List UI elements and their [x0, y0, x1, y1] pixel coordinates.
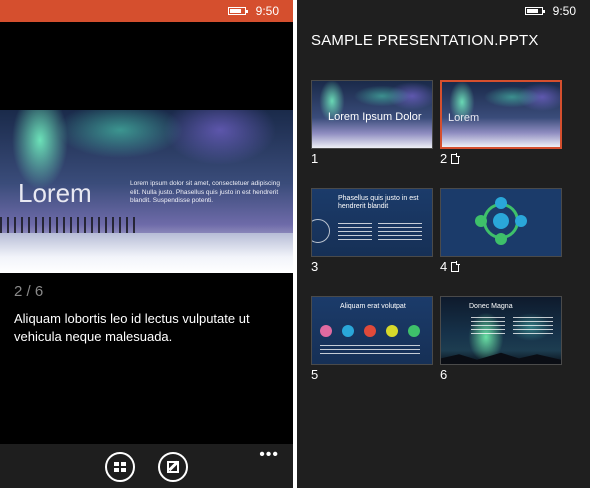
slide-sorter-pane: 9:50 SAMPLE PRESENTATION.PPTX Lorem Ipsu…	[297, 0, 590, 488]
status-bar: 9:50	[0, 0, 293, 22]
slide-title: Lorem	[18, 178, 92, 208]
app-bar: •••	[0, 444, 293, 488]
presentation-title: SAMPLE PRESENTATION.PPTX	[311, 32, 539, 49]
slide-thumbnail-4[interactable]	[440, 188, 562, 257]
thumbnail-title: Aliquam erat volutpat	[340, 303, 406, 310]
edit-button[interactable]	[158, 452, 188, 482]
slide-thumbnail-3[interactable]: Phasellus quis justo in est hendrerit bl…	[311, 188, 433, 257]
current-slide[interactable]: Lorem Lorem ipsum dolor sit amet, consec…	[0, 110, 293, 273]
slide-thumbnail-5[interactable]: Aliquam erat volutpat	[311, 296, 433, 365]
thumbnail-number-5: 5	[311, 367, 319, 382]
thumbnail-number-2: 2	[440, 151, 460, 166]
thumbnail-title: Phasellus quis justo in est hendrerit bl…	[338, 195, 419, 210]
slides-button[interactable]	[105, 452, 135, 482]
status-bar: 9:50	[524, 0, 576, 22]
thumbnail-title: Lorem	[448, 112, 480, 124]
slide-body-text: Lorem ipsum dolor sit amet, consectetuer…	[130, 180, 280, 204]
thumbnail-number-1: 1	[311, 151, 319, 166]
status-time: 9:50	[552, 4, 576, 18]
status-time: 9:50	[255, 4, 279, 18]
slide-counter: 2 / 6	[14, 283, 44, 300]
thumbnail-number-4: 4	[440, 259, 460, 274]
thumbnail-number-3: 3	[311, 259, 319, 274]
slide-thumbnail-2[interactable]: Lorem	[440, 80, 562, 149]
more-options-button[interactable]: •••	[259, 446, 279, 464]
thumbnail-number-6: 6	[440, 367, 448, 382]
grid-icon	[114, 462, 126, 472]
slide-thumbnail-1[interactable]: Lorem Ipsum Dolor	[311, 80, 433, 149]
edit-icon	[167, 461, 179, 473]
slide-thumbnail-6[interactable]: Donec Magna	[440, 296, 562, 365]
document-icon	[451, 153, 460, 164]
thumbnail-title: Lorem Ipsum Dolor	[328, 111, 422, 123]
battery-icon	[227, 7, 248, 15]
slide-notes: Aliquam lobortis leo id lectus vulputate…	[14, 311, 250, 344]
slide-viewer-pane: 9:50 Lorem Lorem ipsum dolor sit amet, c…	[0, 0, 293, 488]
document-icon	[451, 261, 460, 272]
battery-icon	[524, 7, 545, 15]
thumbnail-title: Donec Magna	[469, 303, 513, 310]
